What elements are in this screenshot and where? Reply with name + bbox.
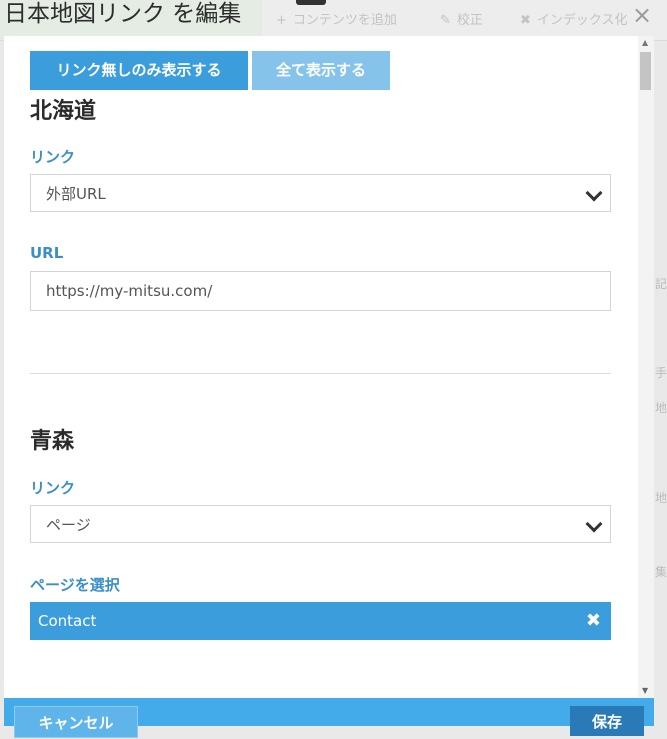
selected-page-value: Contact (38, 612, 97, 630)
link-type-select[interactable]: 外部URL (30, 174, 611, 212)
bg-proofread-label: 校正 (456, 13, 483, 28)
selected-page-chip[interactable]: Contact ✖ (30, 602, 611, 640)
bg-side-fragment: 記 (655, 277, 667, 291)
section-title-aomori: 青森 (30, 429, 75, 454)
bg-side-fragment: 地 (655, 491, 667, 505)
bg-index-label: インデックス化 (536, 13, 628, 28)
link-label: リンク (30, 148, 76, 166)
url-label: URL (30, 244, 64, 262)
close-icon[interactable]: × (630, 2, 654, 28)
link-type-value: ページ (46, 516, 91, 534)
link-type-select[interactable]: ページ (30, 505, 611, 543)
background-tab-marker (296, 0, 326, 5)
show-linkless-only-button[interactable]: リンク無しのみ表示する (30, 51, 248, 90)
url-input[interactable] (30, 271, 611, 311)
scrollbar[interactable]: ▲ ▼ (638, 36, 654, 698)
plus-icon: + (276, 13, 287, 28)
bg-proofread-button: ✎ 校正 (440, 8, 483, 34)
link-type-value: 外部URL (46, 185, 106, 203)
modal-title: 日本地図リンク を編集 (4, 1, 242, 27)
x-icon: ✖ (520, 13, 531, 28)
modal-body: リンク無しのみ表示する 全て表示する 北海道 リンク 外部URL URL 青森 … (4, 36, 638, 698)
bg-side-fragment: 地 (655, 401, 667, 415)
bg-side-fragment: 集 (655, 565, 667, 579)
bg-add-content-label: コンテンツを追加 (292, 13, 397, 28)
modal-footer: キャンセル 保存 (4, 698, 654, 738)
remove-icon[interactable]: ✖ (586, 602, 601, 640)
chevron-down-icon (585, 184, 603, 202)
scrollbar-thumb[interactable] (640, 52, 651, 90)
bg-side-fragment: 手 (655, 366, 667, 380)
bg-add-content-button: + コンテンツを追加 (276, 8, 397, 34)
show-all-button[interactable]: 全て表示する (252, 51, 390, 90)
link-label: リンク (30, 479, 76, 497)
scroll-down-icon[interactable]: ▼ (642, 686, 648, 695)
section-divider (30, 373, 611, 374)
save-button[interactable]: 保存 (570, 706, 644, 736)
section-title-hokkaido: 北海道 (30, 99, 97, 124)
scroll-up-icon[interactable]: ▲ (642, 38, 648, 47)
chevron-down-icon (585, 515, 603, 533)
edit-icon: ✎ (440, 13, 451, 28)
bg-index-button: ✖ インデックス化 (520, 8, 628, 34)
cancel-button[interactable]: キャンセル (14, 706, 138, 738)
select-page-label: ページを選択 (30, 576, 120, 594)
